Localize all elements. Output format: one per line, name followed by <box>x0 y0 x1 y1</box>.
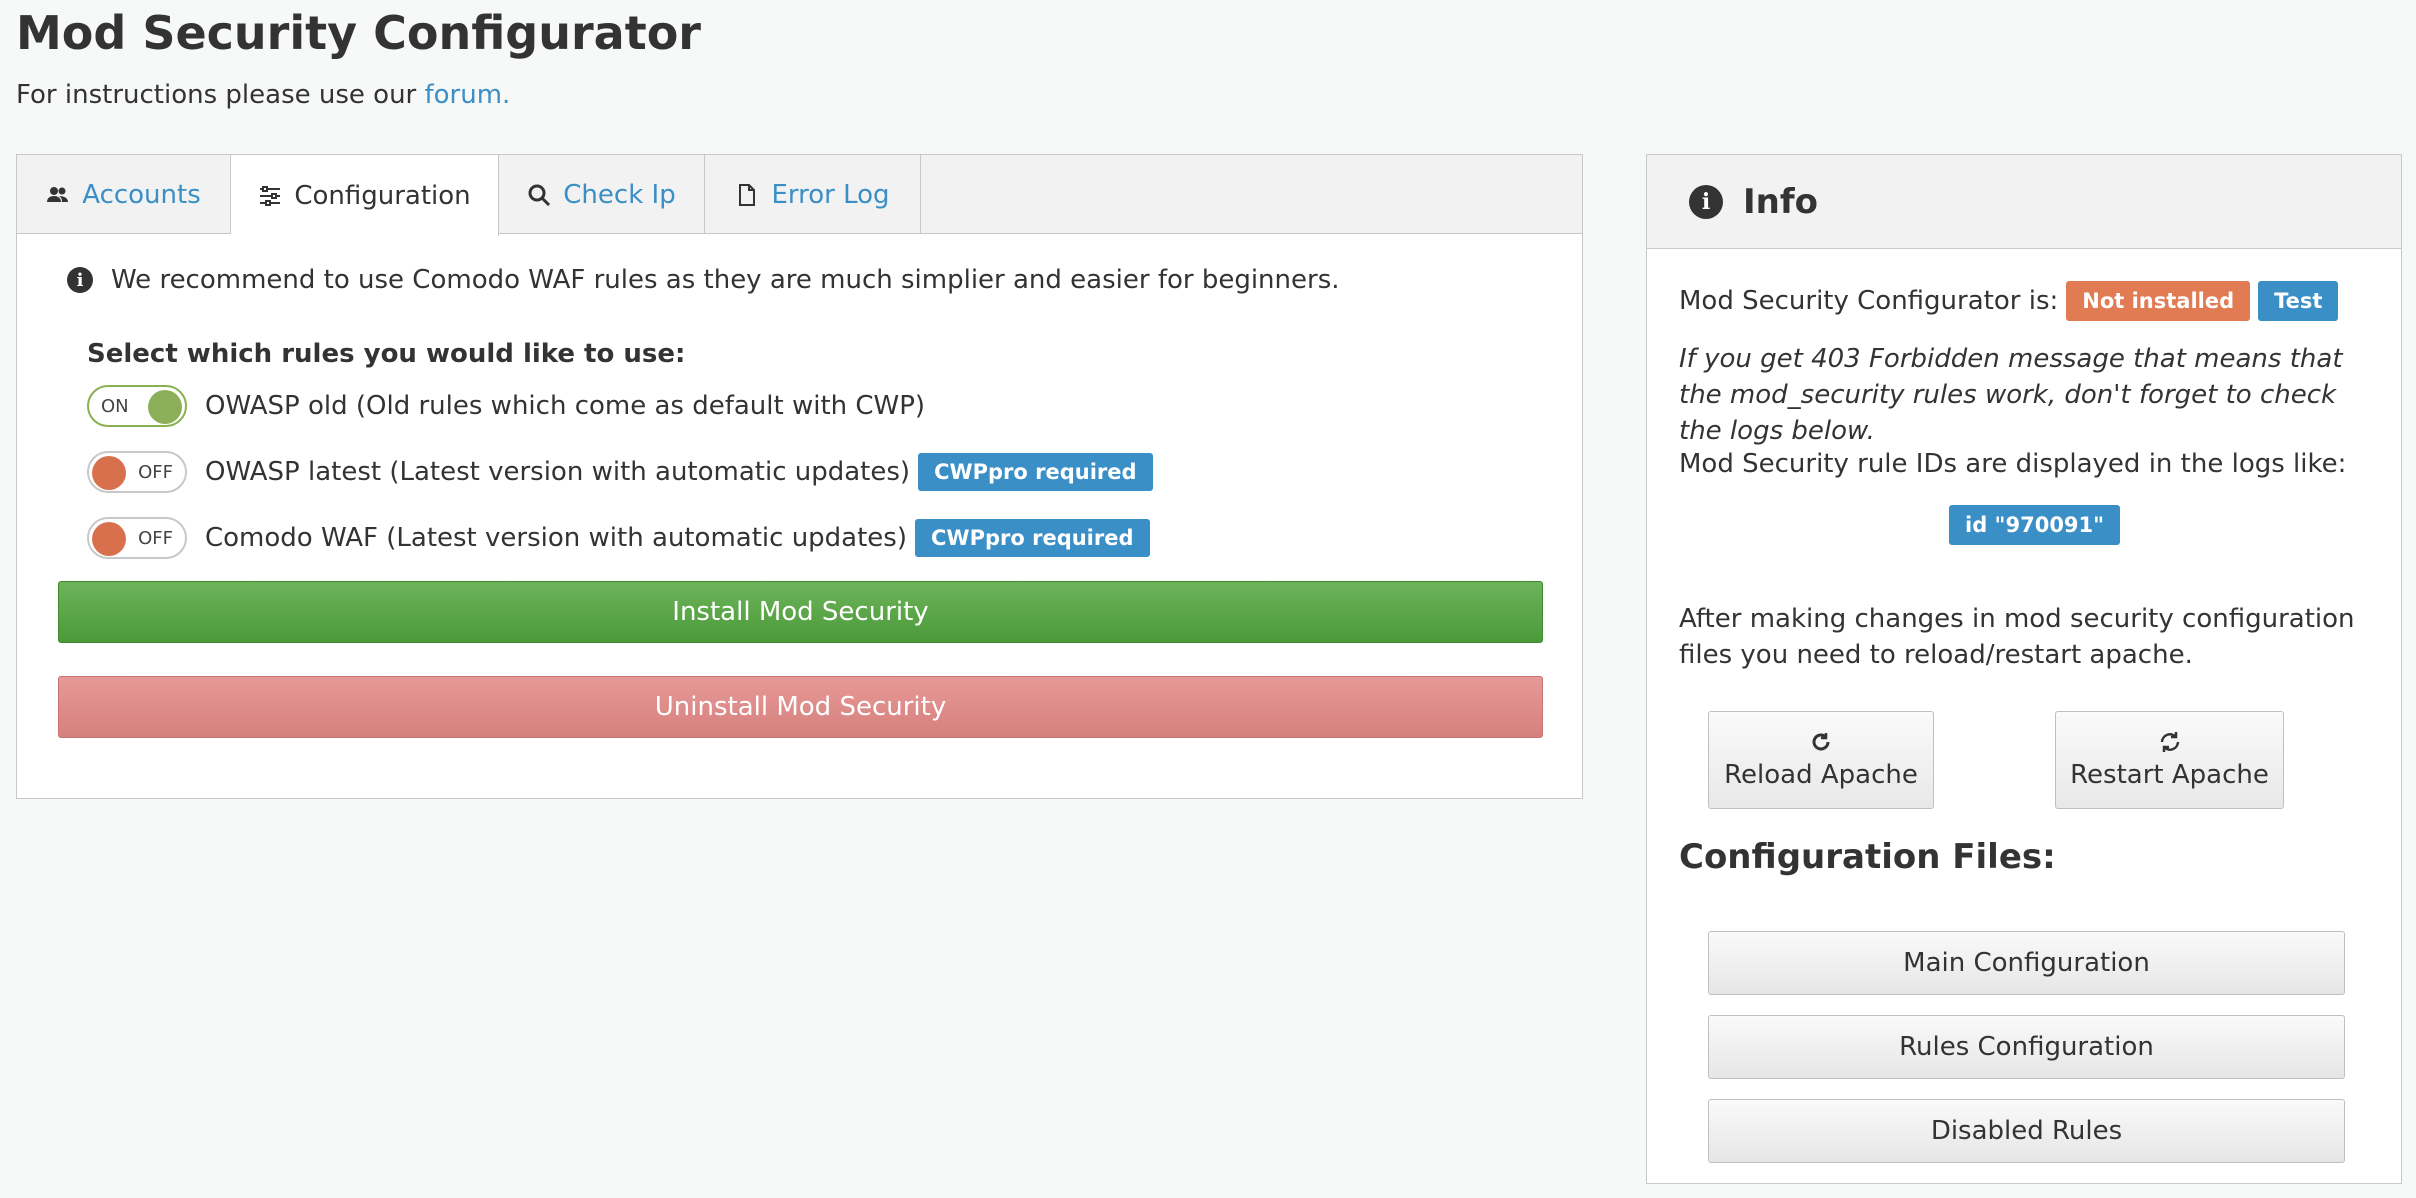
info-header: i Info <box>1647 155 2401 249</box>
configuration-panel: Accounts Configuration Check Ip Error Lo… <box>16 154 1583 799</box>
tab-error-log[interactable]: Error Log <box>705 155 921 234</box>
info-icon: i <box>67 267 93 293</box>
status-line: Mod Security Configurator is: Not instal… <box>1679 281 2339 321</box>
rules-configuration-button[interactable]: Rules Configuration <box>1708 1015 2345 1079</box>
file-icon <box>739 183 756 206</box>
rule-id-example-badge: id "970091" <box>1949 505 2121 545</box>
forum-link[interactable]: forum. <box>425 80 511 110</box>
forbidden-note: If you get 403 Forbidden message that me… <box>1679 344 2343 446</box>
configuration-files-heading: Configuration Files: <box>1679 837 2056 877</box>
reload-note: After making changes in mod security con… <box>1679 604 2355 670</box>
recommend-note: i We recommend to use Comodo WAF rules a… <box>67 265 1340 295</box>
tab-bar: Accounts Configuration Check Ip Error Lo… <box>17 155 1582 236</box>
restart-apache-button[interactable]: Restart Apache <box>2055 711 2284 809</box>
rule-label: OWASP old (Old rules which come as defau… <box>205 391 926 421</box>
tab-check-ip[interactable]: Check Ip <box>499 155 705 234</box>
cwppro-required-badge: CWPpro required <box>918 453 1153 491</box>
cwppro-required-badge: CWPpro required <box>915 519 1150 557</box>
restart-apache-label: Restart Apache <box>2070 760 2269 790</box>
install-mod-security-button[interactable]: Install Mod Security <box>58 581 1543 643</box>
redo-icon <box>1812 733 1830 751</box>
disabled-rules-button[interactable]: Disabled Rules <box>1708 1099 2345 1163</box>
tab-configuration-label: Configuration <box>294 180 471 211</box>
toggle-knob <box>92 456 126 490</box>
tab-accounts[interactable]: Accounts <box>17 155 231 234</box>
toggle-knob <box>148 390 182 424</box>
main-configuration-button[interactable]: Main Configuration <box>1708 931 2345 995</box>
info-panel: i Info Mod Security Configurator is: Not… <box>1646 154 2402 1184</box>
status-prefix: Mod Security Configurator is: <box>1679 286 2059 316</box>
rule-label: Comodo WAF (Latest version with automati… <box>205 523 907 553</box>
refresh-icon <box>2160 732 2179 752</box>
page-title: Mod Security Configurator <box>16 6 701 60</box>
toggle-knob <box>92 522 126 556</box>
rule-owasp-latest: OFF OWASP latest (Latest version with au… <box>87 451 1153 493</box>
status-badge: Not installed <box>2066 281 2251 321</box>
test-button[interactable]: Test <box>2258 281 2339 321</box>
toggle-state-label: OFF <box>138 462 173 483</box>
search-icon <box>528 184 551 206</box>
reload-apache-button[interactable]: Reload Apache <box>1708 711 1934 809</box>
subtitle-text: For instructions please use our <box>16 80 425 110</box>
comodo-waf-toggle[interactable]: OFF <box>87 517 187 559</box>
sliders-icon <box>260 185 281 206</box>
users-icon <box>47 186 69 202</box>
rule-comodo-waf: OFF Comodo WAF (Latest version with auto… <box>87 517 1150 559</box>
info-icon: i <box>1689 184 1723 219</box>
toggle-state-label: OFF <box>138 528 173 549</box>
reload-apache-label: Reload Apache <box>1724 760 1918 790</box>
recommend-text: We recommend to use Comodo WAF rules as … <box>111 265 1340 295</box>
toggle-state-label: ON <box>101 396 129 417</box>
info-title: Info <box>1743 181 1819 222</box>
rule-owasp-old: ON OWASP old (Old rules which come as de… <box>87 385 925 427</box>
rules-heading: Select which rules you would like to use… <box>87 339 686 369</box>
owasp-old-toggle[interactable]: ON <box>87 385 187 427</box>
subtitle: For instructions please use our forum. <box>16 80 510 110</box>
tab-configuration[interactable]: Configuration <box>231 155 499 236</box>
tab-error-log-label: Error Log <box>771 179 890 210</box>
tab-check-ip-label: Check Ip <box>563 179 676 210</box>
rule-ids-text: Mod Security rule IDs are displayed in t… <box>1679 449 2347 479</box>
rule-label: OWASP latest (Latest version with automa… <box>205 457 911 487</box>
owasp-latest-toggle[interactable]: OFF <box>87 451 187 493</box>
tab-accounts-label: Accounts <box>82 179 201 210</box>
uninstall-mod-security-button[interactable]: Uninstall Mod Security <box>58 676 1543 738</box>
